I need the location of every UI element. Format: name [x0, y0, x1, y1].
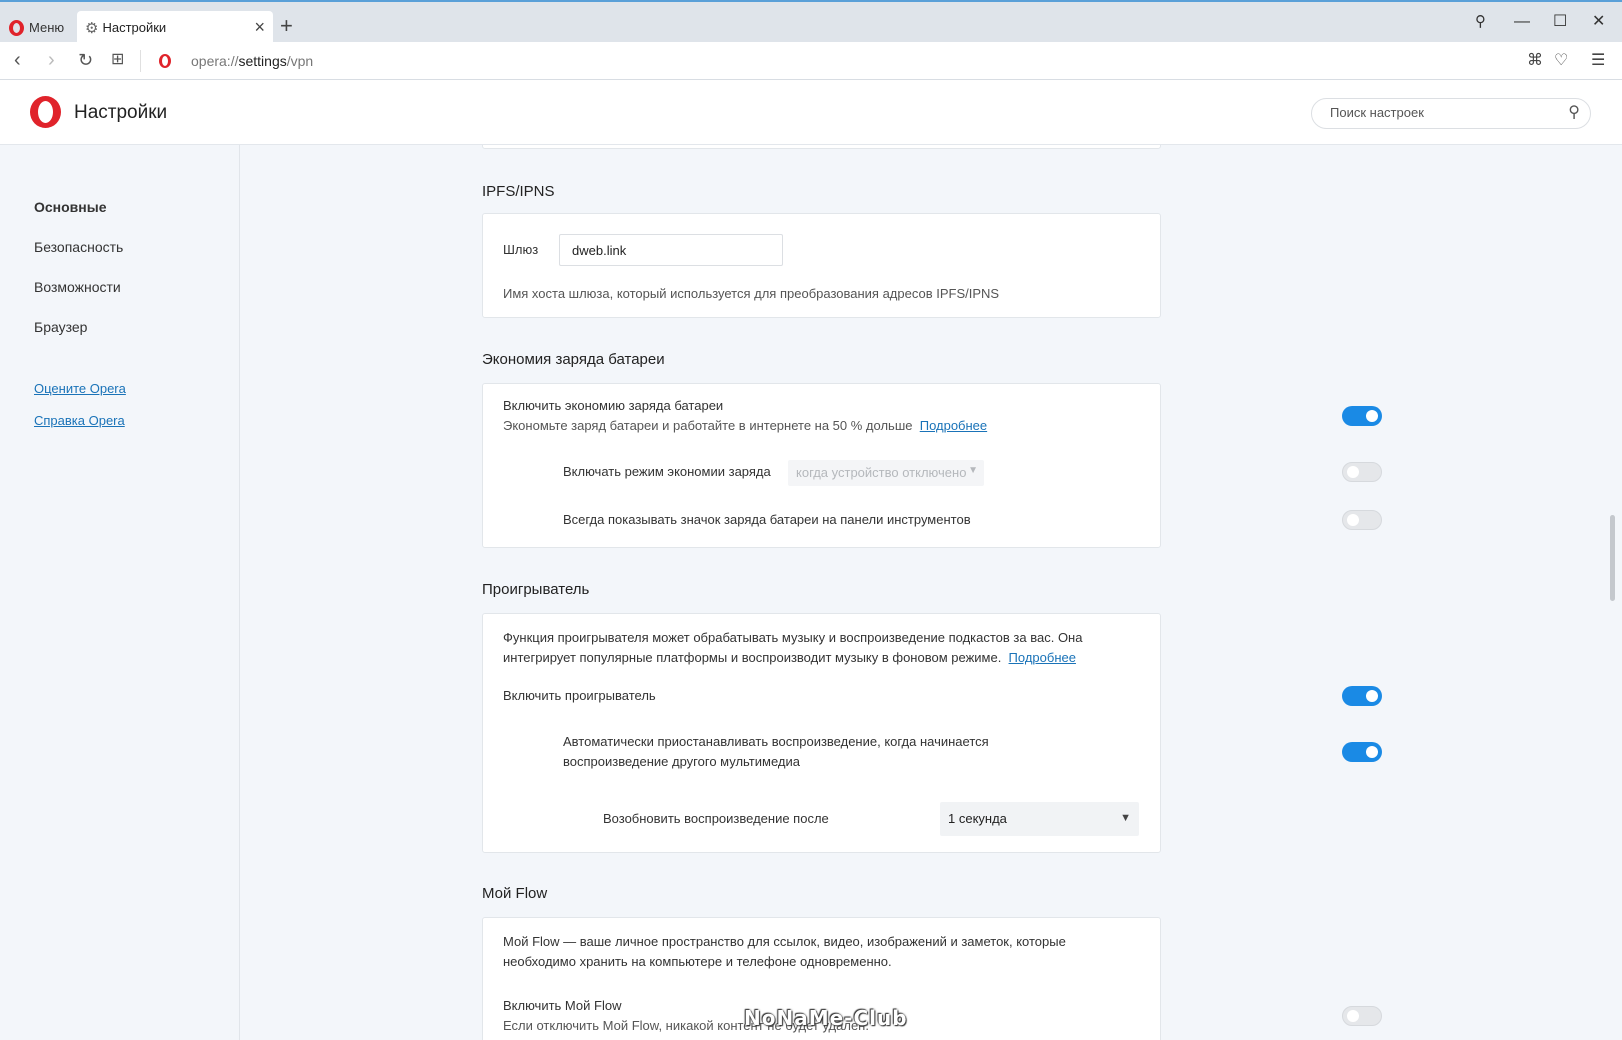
battery-mode-select[interactable]: когда устройство отключено ▼: [788, 460, 984, 486]
resume-label: Возобновить воспроизведение после: [603, 811, 829, 826]
resume-delay-select[interactable]: 1 секунда ▼: [940, 802, 1139, 836]
battery-mode-toggle[interactable]: [1342, 462, 1382, 482]
url-field[interactable]: opera://settings/vpn: [191, 53, 313, 69]
heart-bookmark-icon[interactable]: ♡: [1554, 51, 1568, 71]
autopause-label-line1: Автоматически приостанавливать воспроизв…: [563, 734, 989, 749]
gateway-label: Шлюз: [503, 242, 539, 257]
battery-card: Включить экономию заряда батареи Экономь…: [482, 383, 1382, 548]
opera-help-link[interactable]: Справка Opera: [34, 413, 125, 428]
battery-mode-label: Включать режим экономии заряда: [563, 464, 771, 479]
autopause-label-line2: воспроизведение другого мультимедиа: [563, 754, 800, 769]
address-separator: [140, 50, 141, 72]
reload-button[interactable]: ↻: [78, 49, 93, 71]
player-more-link[interactable]: Подробнее: [1009, 650, 1076, 665]
address-bar: ‹ › ↻ ⊞ opera://settings/vpn ⌘ ♡ ☰: [0, 42, 1622, 80]
opera-menu-button[interactable]: Меню: [0, 11, 77, 44]
player-description-line1: Функция проигрывателя может обрабатывать…: [503, 630, 1083, 645]
search-tabs-icon[interactable]: ⚲: [1475, 12, 1486, 32]
gateway-description: Имя хоста шлюза, который используется дл…: [503, 286, 1000, 301]
sidebar-item-features[interactable]: Возможности: [34, 279, 121, 295]
settings-sidebar: Основные Безопасность Возможности Браузе…: [0, 145, 240, 1040]
battery-enable-toggle[interactable]: [1342, 406, 1382, 426]
autopause-toggle[interactable]: [1342, 742, 1382, 762]
sidebar-item-browser[interactable]: Браузер: [34, 319, 87, 335]
battery-icon-toggle[interactable]: [1342, 510, 1382, 530]
chevron-down-icon: ▼: [968, 465, 978, 476]
search-icon[interactable]: ⚲: [1568, 104, 1580, 122]
battery-more-link[interactable]: Подробнее: [920, 418, 987, 433]
sidebar-item-security[interactable]: Безопасность: [34, 239, 123, 255]
player-enable-toggle[interactable]: [1342, 686, 1382, 706]
watermark-text: NoNaMe-Club: [744, 1006, 908, 1030]
player-enable-label: Включить проигрыватель: [503, 688, 656, 703]
player-section-title: Проигрыватель: [482, 581, 590, 598]
settings-search: ⚲: [1311, 98, 1591, 129]
gateway-input[interactable]: [559, 234, 783, 266]
forward-button[interactable]: ›: [48, 49, 55, 71]
gear-icon: ⚙: [85, 19, 99, 37]
easy-setup-menu-icon[interactable]: ☰: [1591, 51, 1605, 71]
tab-overview-icon[interactable]: ⊞: [111, 49, 124, 71]
back-button[interactable]: ‹: [14, 49, 21, 71]
scrollbar-thumb[interactable]: [1610, 515, 1615, 601]
opera-logo-icon: [9, 19, 24, 36]
settings-header: Настройки ⚲: [0, 80, 1622, 145]
battery-section-title: Экономия заряда батареи: [482, 351, 665, 368]
minimize-window-button[interactable]: —: [1514, 12, 1530, 32]
rate-opera-link[interactable]: Оцените Opera: [34, 381, 126, 396]
opera-menu-label: Меню: [29, 20, 65, 35]
flow-description-line1: Мой Flow — ваше личное пространство для …: [503, 934, 1066, 949]
flow-enable-toggle[interactable]: [1342, 1006, 1382, 1026]
snapshot-camera-icon[interactable]: ⌘: [1527, 51, 1543, 71]
flow-description-line2: необходимо хранить на компьютере и телеф…: [503, 954, 892, 969]
site-opera-icon: [159, 54, 171, 68]
battery-enable-label: Включить экономию заряда батареи: [503, 398, 724, 413]
search-input[interactable]: [1330, 105, 1550, 120]
ipfs-section-title: IPFS/IPNS: [482, 183, 555, 200]
new-tab-button[interactable]: +: [280, 15, 293, 37]
maximize-window-button[interactable]: ☐: [1553, 12, 1567, 32]
tab-strip: Меню ⚙ Настройки × + ⚲ — ☐ ✕: [0, 0, 1622, 44]
ipfs-card: Шлюз Имя хоста шлюза, который использует…: [482, 213, 1161, 318]
tab-title: Настройки: [102, 20, 167, 35]
page-title: Настройки: [74, 102, 168, 123]
chevron-down-icon: ▼: [1120, 812, 1131, 824]
player-card: Функция проигрывателя может обрабатывать…: [482, 613, 1382, 853]
sidebar-item-basic[interactable]: Основные: [34, 199, 107, 215]
battery-icon-label: Всегда показывать значок заряда батареи …: [563, 512, 971, 527]
player-description-line2: интегрирует популярные платформы и воспр…: [503, 650, 1076, 665]
close-window-button[interactable]: ✕: [1592, 12, 1605, 32]
close-tab-icon[interactable]: ×: [254, 18, 265, 36]
page-scrollbar[interactable]: [1602, 145, 1622, 1040]
battery-enable-description: Экономьте заряд батареи и работайте в ин…: [503, 418, 988, 433]
tab-settings[interactable]: ⚙ Настройки ×: [77, 11, 273, 44]
previous-section-card: [482, 145, 1161, 149]
flow-enable-label: Включить Мой Flow: [503, 998, 622, 1013]
flow-section-title: Мой Flow: [482, 885, 548, 902]
opera-logo-icon: [30, 96, 61, 128]
settings-content: IPFS/IPNS Шлюз Имя хоста шлюза, который …: [240, 145, 1602, 1040]
